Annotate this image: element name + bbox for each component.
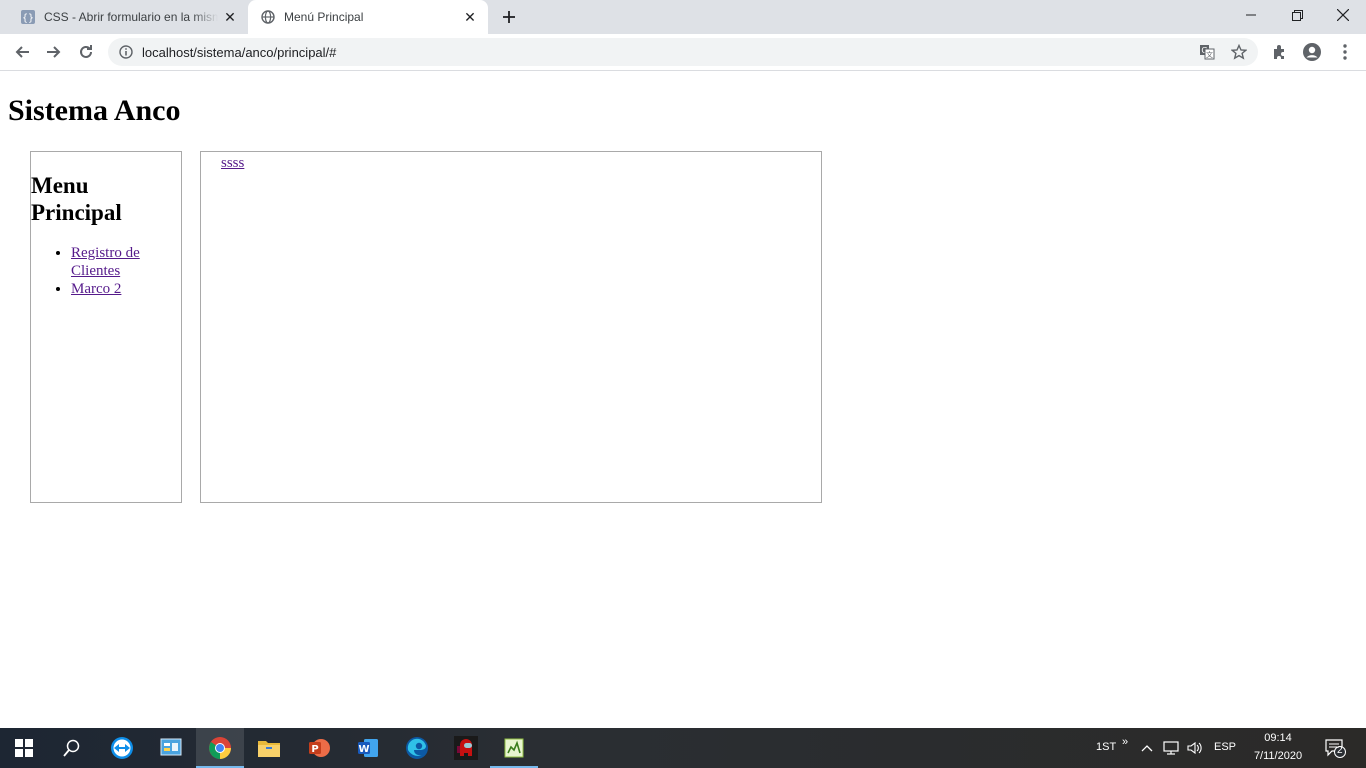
word-icon[interactable]: W xyxy=(344,728,392,768)
tray-1st-label: 1ST xyxy=(1096,741,1117,753)
notepad-plus-icon[interactable] xyxy=(490,728,538,768)
restore-icon[interactable] xyxy=(1274,0,1320,30)
browser-toolbar: localhost/sistema/anco/principal/# G文 xyxy=(0,34,1366,71)
content-link[interactable]: ssss xyxy=(221,154,244,172)
search-icon[interactable] xyxy=(48,728,96,768)
page-viewport: Sistema Anco Menu Principal Registro de … xyxy=(0,71,1366,728)
chrome-icon[interactable] xyxy=(196,728,244,768)
tab-close-icon[interactable]: ✕ xyxy=(222,9,238,25)
extensions-icon[interactable] xyxy=(1267,39,1293,65)
list-item: Registro de Clientes xyxy=(71,244,181,280)
tab-close-icon[interactable]: ✕ xyxy=(462,9,478,25)
close-window-icon[interactable] xyxy=(1320,0,1366,30)
notifications-icon[interactable]: 2 xyxy=(1318,728,1352,768)
windows-taskbar: P W 1ST » ESP 09:14 7/11/2020 2 xyxy=(0,728,1366,768)
code-braces-icon: {} xyxy=(20,9,36,25)
menu-kebab-icon[interactable] xyxy=(1332,39,1358,65)
tab-title: Menú Principal xyxy=(284,10,364,24)
edge-icon[interactable] xyxy=(393,728,441,768)
tray-chevron-double-icon[interactable]: » xyxy=(1118,722,1132,762)
among-us-icon[interactable] xyxy=(442,728,490,768)
back-icon[interactable] xyxy=(8,38,36,66)
windows-start-icon[interactable] xyxy=(0,728,48,768)
address-bar[interactable]: localhost/sistema/anco/principal/# G文 xyxy=(108,38,1258,66)
tab-strip: {} CSS - Abrir formulario en la misma ve… xyxy=(0,0,1366,34)
url-text[interactable]: localhost/sistema/anco/principal/# xyxy=(142,45,336,60)
profile-icon[interactable] xyxy=(1299,39,1325,65)
tray-show-hidden-icon[interactable] xyxy=(1138,728,1156,768)
info-icon[interactable] xyxy=(118,44,134,60)
new-tab-icon[interactable] xyxy=(497,6,521,28)
volume-icon[interactable] xyxy=(1184,728,1206,768)
svg-text:W: W xyxy=(358,744,369,755)
star-icon[interactable] xyxy=(1228,42,1250,62)
powerpoint-icon[interactable]: P xyxy=(295,728,343,768)
translate-icon[interactable]: G文 xyxy=(1196,42,1218,62)
reload-icon[interactable] xyxy=(72,38,100,66)
menu-list: Registro de Clientes Marco 2 xyxy=(31,244,181,298)
menu-frame: Menu Principal Registro de Clientes Marc… xyxy=(30,151,182,503)
forward-icon[interactable] xyxy=(40,38,68,66)
teamviewer-icon[interactable] xyxy=(98,728,146,768)
network-icon[interactable] xyxy=(1160,728,1182,768)
file-explorer-icon[interactable] xyxy=(245,728,293,768)
list-item: Marco 2 xyxy=(71,280,181,298)
clock-time[interactable]: 09:14 xyxy=(1250,732,1306,744)
minimize-icon[interactable] xyxy=(1228,0,1274,30)
svg-text:{}: {} xyxy=(22,13,34,24)
clock-date[interactable]: 7/11/2020 xyxy=(1250,750,1306,762)
tab-title: CSS - Abrir formulario en la misma venta… xyxy=(44,10,218,24)
menu-title: Menu Principal xyxy=(31,173,122,225)
language-indicator[interactable]: ESP xyxy=(1214,741,1236,753)
svg-text:文: 文 xyxy=(1206,50,1213,59)
menu-link-registro-clientes[interactable]: Registro de Clientes xyxy=(71,245,140,279)
control-panel-icon[interactable] xyxy=(147,728,195,768)
tab-menu-principal[interactable]: Menú Principal ✕ xyxy=(248,0,488,34)
globe-icon xyxy=(260,9,276,25)
page-title: Sistema Anco xyxy=(8,94,181,127)
notification-count: 2 xyxy=(1337,745,1343,756)
content-frame: ssss xyxy=(200,151,822,503)
tab-css-formulario[interactable]: {} CSS - Abrir formulario en la misma ve… xyxy=(8,0,248,34)
menu-link-marco-2[interactable]: Marco 2 xyxy=(71,281,121,297)
svg-text:P: P xyxy=(311,744,318,755)
